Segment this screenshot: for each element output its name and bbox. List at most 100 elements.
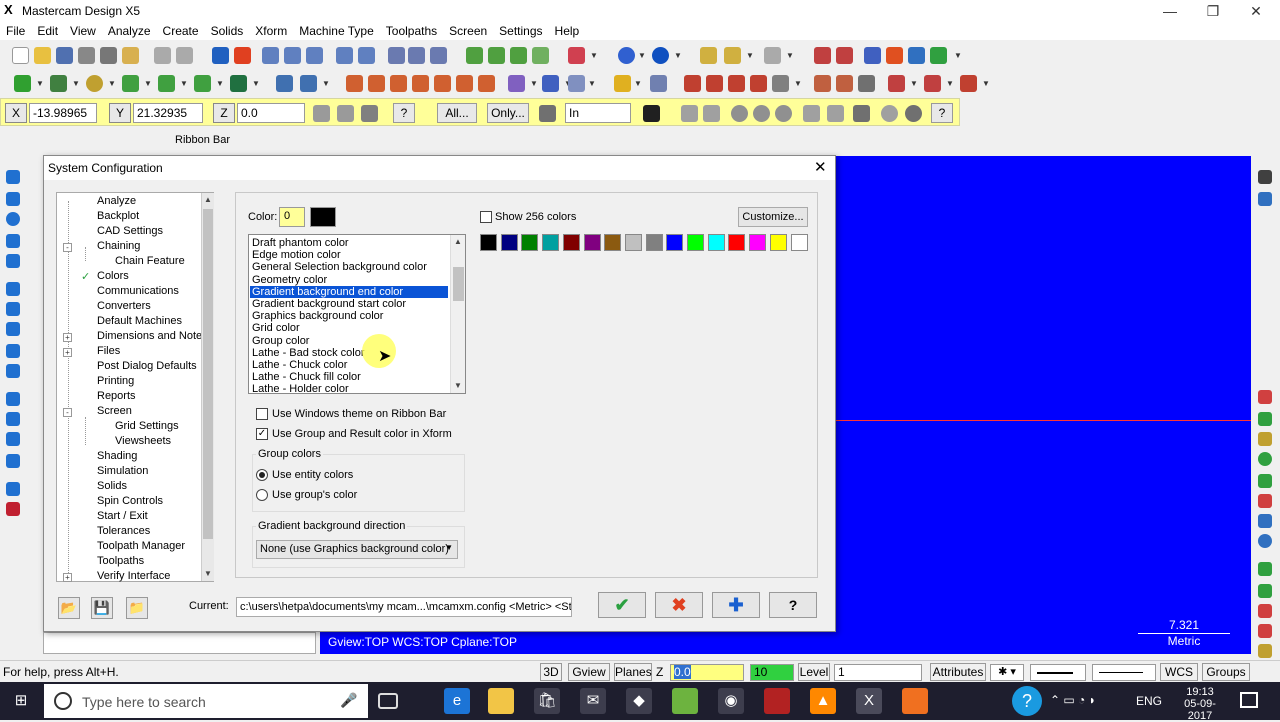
use-groups-color-radio[interactable] — [256, 489, 268, 501]
color-item[interactable]: Lathe - Bad stock color — [252, 347, 365, 359]
trim-solid-tool-icon[interactable] — [6, 502, 20, 516]
notepad-icon[interactable] — [672, 688, 698, 714]
maximize-button[interactable]: ❐ — [1203, 2, 1223, 20]
select-loop-icon[interactable] — [827, 105, 844, 122]
clear-selection-icon[interactable] — [881, 105, 898, 122]
arrow-tool-icon[interactable] — [6, 234, 20, 248]
grid-tool-icon[interactable] — [836, 47, 853, 64]
mirror-tool-icon[interactable] — [1258, 604, 1272, 618]
backplot-icon[interactable] — [886, 47, 903, 64]
point-style-dropdown[interactable]: ✱ ▾ — [990, 664, 1024, 681]
palette-swatch[interactable] — [769, 234, 787, 251]
cancel-button[interactable]: ✖ — [655, 592, 703, 618]
tree-item[interactable]: Grid Settings — [115, 420, 179, 432]
mirror-icon[interactable] — [390, 75, 407, 92]
tree-expander-icon[interactable]: + — [63, 333, 72, 342]
view-front-icon[interactable] — [488, 47, 505, 64]
microphone-icon[interactable]: 🎤 — [340, 692, 357, 709]
solid-extrude-icon[interactable] — [888, 75, 905, 92]
scroll-down-icon[interactable]: ▼ — [454, 381, 462, 390]
tree-item[interactable]: Verify Interface — [97, 570, 170, 582]
tree-expander-icon[interactable]: - — [63, 243, 72, 252]
color-item[interactable]: Lathe - Chuck color — [252, 359, 347, 371]
solid-boolean-icon[interactable] — [924, 75, 941, 92]
palette-swatch[interactable] — [707, 234, 725, 251]
chevron-down-icon[interactable]: ▼ — [144, 79, 152, 88]
chevron-down-icon[interactable]: ▼ — [530, 79, 538, 88]
save-config-icon[interactable]: 💾 — [91, 597, 113, 619]
tree-item[interactable]: Communications — [97, 285, 179, 297]
polyline-tool-icon[interactable] — [1258, 474, 1272, 488]
palette-swatch[interactable] — [728, 234, 746, 251]
settings-tool-icon[interactable] — [1258, 192, 1272, 206]
z-coordinate-input[interactable]: 0.0 — [237, 103, 305, 123]
rectangle-tool-icon[interactable] — [6, 254, 20, 268]
palette-swatch[interactable] — [645, 234, 663, 251]
rotate-tool-icon[interactable] — [1258, 624, 1272, 638]
chevron-down-icon[interactable]: ▼ — [322, 79, 330, 88]
grid-pattern-icon[interactable] — [1258, 494, 1272, 508]
cut-icon[interactable] — [100, 47, 117, 64]
selection-help-button[interactable]: ? — [931, 103, 953, 123]
dialog-help-button[interactable]: ? — [769, 592, 817, 618]
chevron-down-icon[interactable]: ▼ — [108, 79, 116, 88]
add-tool-icon[interactable] — [1258, 412, 1272, 426]
menu-view[interactable]: View — [64, 22, 102, 38]
wand-icon[interactable] — [724, 47, 741, 64]
list-icon[interactable] — [706, 75, 723, 92]
palette-swatch[interactable] — [562, 234, 580, 251]
dialog-close-button[interactable]: ✕ — [814, 158, 827, 176]
fillet-icon[interactable] — [122, 75, 139, 92]
clear-colors-icon[interactable] — [430, 47, 447, 64]
chevron-down-icon[interactable]: ▼ — [72, 79, 80, 88]
tree-item[interactable]: Chain Feature — [115, 255, 185, 267]
redo-icon[interactable] — [176, 47, 193, 64]
analyze-icon[interactable] — [764, 47, 781, 64]
extrude-tool-icon[interactable] — [6, 302, 20, 316]
chevron-down-icon[interactable]: ▼ — [252, 79, 260, 88]
tree-item[interactable]: Analyze — [97, 195, 136, 207]
print-icon[interactable] — [78, 47, 95, 64]
color-item[interactable]: Edge motion color — [252, 249, 341, 261]
measure-icon[interactable] — [650, 75, 667, 92]
color-item[interactable]: General Selection background color — [252, 261, 427, 273]
x-coordinate-input[interactable]: -13.98965 — [29, 103, 97, 123]
menu-settings[interactable]: Settings — [493, 22, 548, 38]
layout-tool-icon[interactable] — [6, 482, 20, 496]
tree-scrollbar[interactable]: ▲ ▼ — [201, 193, 214, 581]
tree-item[interactable]: Chaining — [97, 240, 140, 252]
cube-icon[interactable] — [1258, 514, 1272, 528]
zoom-window-icon[interactable] — [262, 47, 279, 64]
array-icon[interactable] — [542, 75, 559, 92]
planes-button[interactable]: Planes — [614, 663, 652, 681]
tree-item[interactable]: Backplot — [97, 210, 139, 222]
circle-tool-icon[interactable] — [1258, 452, 1272, 466]
scroll-down-icon[interactable]: ▼ — [204, 569, 212, 578]
color-item[interactable]: Group color — [252, 335, 309, 347]
lathe-tool-icon[interactable] — [814, 75, 831, 92]
system-tray-icons[interactable]: ⌃ ▭ ◔ ◗ — [1050, 693, 1130, 709]
scroll-up-icon[interactable]: ▲ — [454, 237, 462, 246]
dropbox-icon[interactable]: ◆ — [626, 688, 652, 714]
boolean-tool-icon[interactable] — [6, 454, 20, 468]
trim-icon[interactable] — [276, 75, 293, 92]
loft-tool-icon[interactable] — [6, 364, 20, 378]
menu-screen[interactable]: Screen — [443, 22, 493, 38]
operations-icon[interactable] — [864, 47, 881, 64]
transform-tool-icon[interactable] — [1258, 562, 1272, 576]
verify-selection-icon[interactable] — [539, 105, 556, 122]
tree-item[interactable]: Default Machines — [97, 315, 182, 327]
color-list-scroll-thumb[interactable] — [453, 267, 464, 301]
scale-icon[interactable] — [412, 75, 429, 92]
arc-tool-icon[interactable] — [6, 212, 20, 226]
palette-swatch[interactable] — [790, 234, 808, 251]
minimize-button[interactable]: — — [1160, 2, 1180, 20]
chevron-down-icon[interactable]: ▼ — [786, 51, 794, 60]
palette-swatch[interactable] — [521, 234, 539, 251]
open-config-icon[interactable]: 📂 — [58, 597, 80, 619]
copy-tool-icon[interactable] — [1258, 584, 1272, 598]
surface-icon[interactable] — [230, 75, 247, 92]
select-polygon-icon[interactable] — [703, 105, 720, 122]
tree-expander-icon[interactable]: + — [63, 348, 72, 357]
color-item[interactable]: Gradient background start color — [252, 298, 406, 310]
